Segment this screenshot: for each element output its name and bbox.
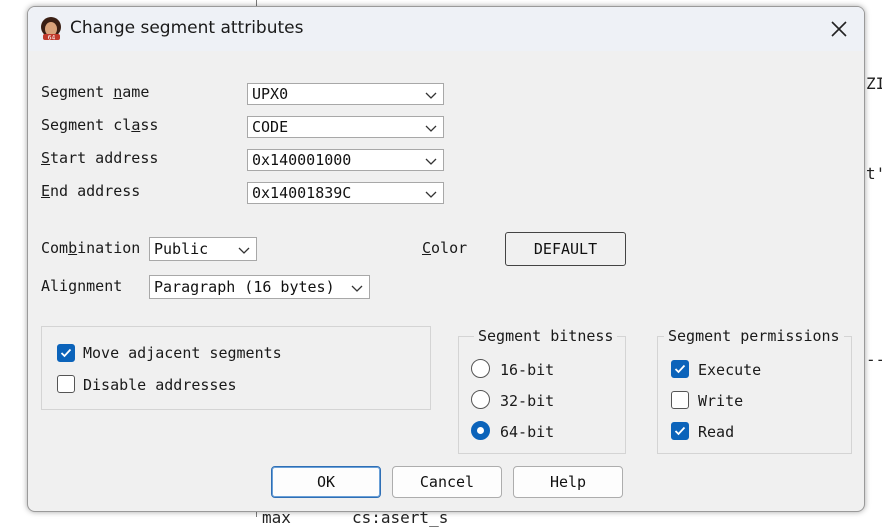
segment-name-combo[interactable]: UPX0 bbox=[247, 83, 444, 105]
chevron-down-icon bbox=[425, 158, 437, 165]
chevron-down-icon bbox=[425, 191, 437, 198]
change-segment-dialog: 64 Change segment attributes Segment nam… bbox=[27, 6, 865, 512]
help-button[interactable]: Help bbox=[513, 466, 623, 498]
alignment-label: Alignment bbox=[41, 277, 123, 295]
chevron-down-icon bbox=[425, 125, 437, 132]
checkmark-icon bbox=[60, 348, 72, 358]
code-fragment: t' bbox=[866, 164, 882, 183]
segment-class-label: Segment class bbox=[41, 116, 159, 134]
move-adjacent-checkbox[interactable] bbox=[57, 344, 75, 362]
move-adjacent-label: Move adjacent segments bbox=[83, 344, 282, 362]
read-checkbox[interactable] bbox=[671, 422, 689, 440]
bitness-16-label: 16-bit bbox=[500, 361, 555, 379]
start-address-label: Start address bbox=[41, 149, 159, 167]
bitness-32-radio[interactable] bbox=[471, 390, 490, 409]
bitness-32-label: 32-bit bbox=[500, 392, 555, 410]
segment-class-value: CODE bbox=[252, 118, 289, 136]
end-address-label: End address bbox=[41, 182, 141, 200]
title-bar: 64 Change segment attributes bbox=[28, 7, 864, 51]
options-group bbox=[41, 326, 431, 410]
end-address-value: 0x14001839C bbox=[252, 184, 352, 202]
combination-value: Public bbox=[154, 240, 209, 258]
alignment-value: Paragraph (16 bytes) bbox=[154, 278, 335, 296]
checkmark-icon bbox=[674, 364, 686, 374]
segment-permissions-title: Segment permissions bbox=[664, 327, 844, 345]
cancel-button[interactable]: Cancel bbox=[392, 466, 502, 498]
segment-name-value: UPX0 bbox=[252, 85, 289, 103]
combination-select[interactable]: Public bbox=[149, 237, 257, 261]
checkmark-icon bbox=[674, 426, 686, 436]
chevron-down-icon bbox=[425, 92, 437, 99]
code-fragment: -- bbox=[866, 350, 882, 369]
end-address-combo[interactable]: 0x14001839C bbox=[247, 182, 444, 204]
segment-bitness-title: Segment bitness bbox=[474, 327, 618, 345]
segment-class-combo[interactable]: CODE bbox=[247, 116, 444, 138]
color-label: Color bbox=[422, 239, 468, 257]
chevron-down-icon bbox=[351, 285, 363, 292]
color-default-button[interactable]: DEFAULT bbox=[505, 232, 626, 266]
svg-text:64: 64 bbox=[48, 35, 56, 42]
close-button[interactable] bbox=[824, 14, 854, 44]
disable-addresses-checkbox[interactable] bbox=[57, 375, 75, 393]
execute-checkbox[interactable] bbox=[671, 360, 689, 378]
chevron-down-icon bbox=[238, 247, 250, 254]
start-address-value: 0x140001000 bbox=[252, 151, 352, 169]
code-fragment: ZI bbox=[866, 74, 882, 93]
ok-button[interactable]: OK bbox=[271, 466, 381, 498]
execute-label: Execute bbox=[698, 361, 762, 379]
bitness-64-radio[interactable] bbox=[471, 421, 490, 440]
bitness-64-label: 64-bit bbox=[500, 423, 555, 441]
read-label: Read bbox=[698, 423, 735, 441]
ida-app-icon: 64 bbox=[41, 17, 61, 42]
bitness-16-radio[interactable] bbox=[471, 359, 490, 378]
start-address-combo[interactable]: 0x140001000 bbox=[247, 149, 444, 171]
write-label: Write bbox=[698, 392, 744, 410]
combination-label: Combination bbox=[41, 239, 141, 257]
segment-name-label: Segment name bbox=[41, 83, 150, 101]
dialog-title: Change segment attributes bbox=[70, 18, 304, 38]
disable-addresses-label: Disable addresses bbox=[83, 376, 237, 394]
alignment-select[interactable]: Paragraph (16 bytes) bbox=[149, 275, 370, 299]
close-icon bbox=[831, 21, 847, 37]
write-checkbox[interactable] bbox=[671, 391, 689, 409]
